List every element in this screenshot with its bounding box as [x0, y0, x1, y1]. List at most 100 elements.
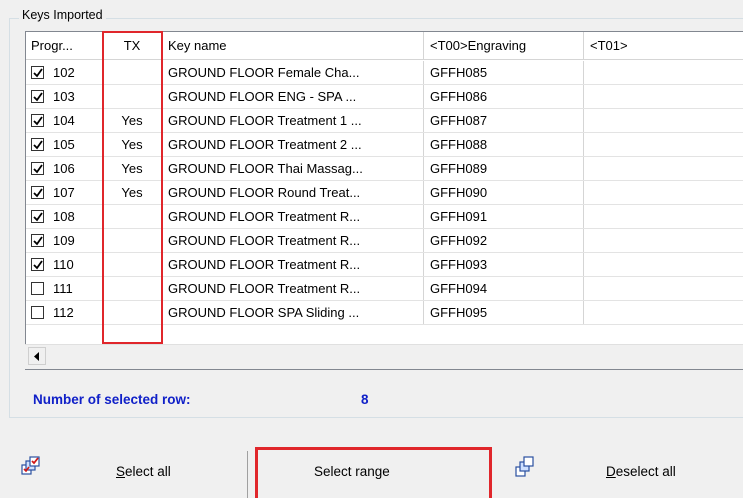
table-row[interactable]: 108 GROUND FLOOR Treatment R... GFFH091 [26, 205, 743, 229]
selected-count-label: Number of selected row: [33, 392, 191, 407]
t01-cell [584, 277, 743, 300]
col-header-engraving[interactable]: <T00>Engraving [424, 32, 584, 60]
col-header-progr[interactable]: Progr... [26, 32, 103, 60]
progr-cell: 105 [26, 133, 103, 156]
engraving-cell: GFFH095 [424, 301, 584, 324]
progr-cell: 111 [26, 277, 103, 300]
engraving-cell: GFFH091 [424, 205, 584, 228]
select-range-button[interactable]: Select range [258, 447, 490, 498]
col-header-t01[interactable]: <T01> [584, 32, 743, 60]
progr-cell: 112 [26, 301, 103, 324]
progr-number: 107 [53, 185, 75, 200]
checkbox-unchecked[interactable] [31, 282, 44, 295]
checkbox-unchecked[interactable] [31, 306, 44, 319]
key-name-cell: GROUND FLOOR Treatment R... [162, 205, 424, 228]
key-name-cell: GROUND FLOOR ENG - SPA ... [162, 85, 424, 108]
table-row[interactable]: 105 Yes GROUND FLOOR Treatment 2 ... GFFH08… [26, 133, 743, 157]
col-header-tx[interactable]: TX [103, 32, 162, 60]
tx-cell [103, 85, 162, 108]
checkbox-checked[interactable] [31, 234, 44, 247]
select-range-label: Select range [314, 464, 390, 479]
progr-number: 106 [53, 161, 75, 176]
table-row[interactable]: 112 GROUND FLOOR SPA Sliding ... GFFH095 [26, 301, 743, 325]
progr-cell: 108 [26, 205, 103, 228]
engraving-cell: GFFH087 [424, 109, 584, 132]
checkbox-checked[interactable] [31, 210, 44, 223]
key-name-cell: GROUND FLOOR Treatment 1 ... [162, 109, 424, 132]
progr-cell: 107 [26, 181, 103, 204]
progr-cell: 106 [26, 157, 103, 180]
key-name-cell: GROUND FLOOR Treatment R... [162, 253, 424, 276]
scroll-left-arrow-icon[interactable] [28, 347, 46, 365]
engraving-cell: GFFH094 [424, 277, 584, 300]
t01-cell [584, 61, 743, 84]
checkbox-checked[interactable] [31, 66, 44, 79]
t01-cell [584, 109, 743, 132]
table-row[interactable]: 102 GROUND FLOOR Female Cha... GFFH085 [26, 61, 743, 85]
progr-number: 109 [53, 233, 75, 248]
select-all-label: Select all [116, 464, 171, 479]
progr-number: 110 [53, 257, 74, 272]
keys-grid[interactable]: Progr... TX Key name <T00>Engraving <T01… [25, 31, 743, 370]
selected-count-value: 8 [361, 392, 369, 407]
progr-cell: 109 [26, 229, 103, 252]
grid-rows: 102 GROUND FLOOR Female Cha... GFFH085 103 G… [26, 61, 743, 325]
table-row[interactable]: 104 Yes GROUND FLOOR Treatment 1 ... GFFH08… [26, 109, 743, 133]
select-all-button[interactable]: Select all [10, 447, 246, 498]
checkbox-checked[interactable] [31, 162, 44, 175]
progr-cell: 110 [26, 253, 103, 276]
key-name-cell: GROUND FLOOR Female Cha... [162, 61, 424, 84]
checkbox-checked[interactable] [31, 138, 44, 151]
tx-cell: Yes [103, 133, 162, 156]
table-row[interactable]: 111 GROUND FLOOR Treatment R... GFFH094 [26, 277, 743, 301]
progr-cell: 102 [26, 61, 103, 84]
progr-number: 108 [53, 209, 75, 224]
t01-cell [584, 301, 743, 324]
table-row[interactable]: 107 Yes GROUND FLOOR Round Treat... GFFH090 [26, 181, 743, 205]
tx-cell [103, 301, 162, 324]
t01-cell [584, 157, 743, 180]
tx-cell: Yes [103, 157, 162, 180]
progr-cell: 104 [26, 109, 103, 132]
table-row[interactable]: 109 GROUND FLOOR Treatment R... GFFH092 [26, 229, 743, 253]
t01-cell [584, 229, 743, 252]
deselect-all-icon [512, 455, 538, 481]
t01-cell [584, 181, 743, 204]
engraving-cell: GFFH093 [424, 253, 584, 276]
progr-number: 103 [53, 89, 75, 104]
tx-cell [103, 253, 162, 276]
deselect-all-button[interactable]: Deselect all [498, 447, 743, 498]
key-name-cell: GROUND FLOOR Thai Massag... [162, 157, 424, 180]
col-header-key-name[interactable]: Key name [162, 32, 424, 60]
tx-cell [103, 205, 162, 228]
tx-cell: Yes [103, 181, 162, 204]
grid-header: Progr... TX Key name <T00>Engraving <T01… [26, 32, 743, 60]
table-row[interactable]: 106 Yes GROUND FLOOR Thai Massag... GFFH089 [26, 157, 743, 181]
deselect-all-label: Deselect all [606, 464, 676, 479]
horizontal-scrollbar[interactable] [25, 344, 743, 369]
key-name-cell: GROUND FLOOR Treatment R... [162, 229, 424, 252]
t01-cell [584, 85, 743, 108]
button-separator [247, 451, 248, 498]
table-row[interactable]: 110 GROUND FLOOR Treatment R... GFFH093 [26, 253, 743, 277]
checkbox-checked[interactable] [31, 90, 44, 103]
engraving-cell: GFFH092 [424, 229, 584, 252]
checkbox-checked[interactable] [31, 258, 44, 271]
checkbox-checked[interactable] [31, 114, 44, 127]
tx-cell: Yes [103, 109, 162, 132]
key-name-cell: GROUND FLOOR SPA Sliding ... [162, 301, 424, 324]
checkbox-checked[interactable] [31, 186, 44, 199]
tx-cell [103, 61, 162, 84]
engraving-cell: GFFH086 [424, 85, 584, 108]
engraving-cell: GFFH085 [424, 61, 584, 84]
progr-number: 105 [53, 137, 75, 152]
select-all-icon [18, 455, 44, 481]
key-name-cell: GROUND FLOOR Treatment R... [162, 277, 424, 300]
engraving-cell: GFFH090 [424, 181, 584, 204]
progr-number: 104 [53, 113, 75, 128]
key-name-cell: GROUND FLOOR Treatment 2 ... [162, 133, 424, 156]
progr-cell: 103 [26, 85, 103, 108]
engraving-cell: GFFH089 [424, 157, 584, 180]
table-row[interactable]: 103 GROUND FLOOR ENG - SPA ... GFFH086 [26, 85, 743, 109]
key-name-cell: GROUND FLOOR Round Treat... [162, 181, 424, 204]
